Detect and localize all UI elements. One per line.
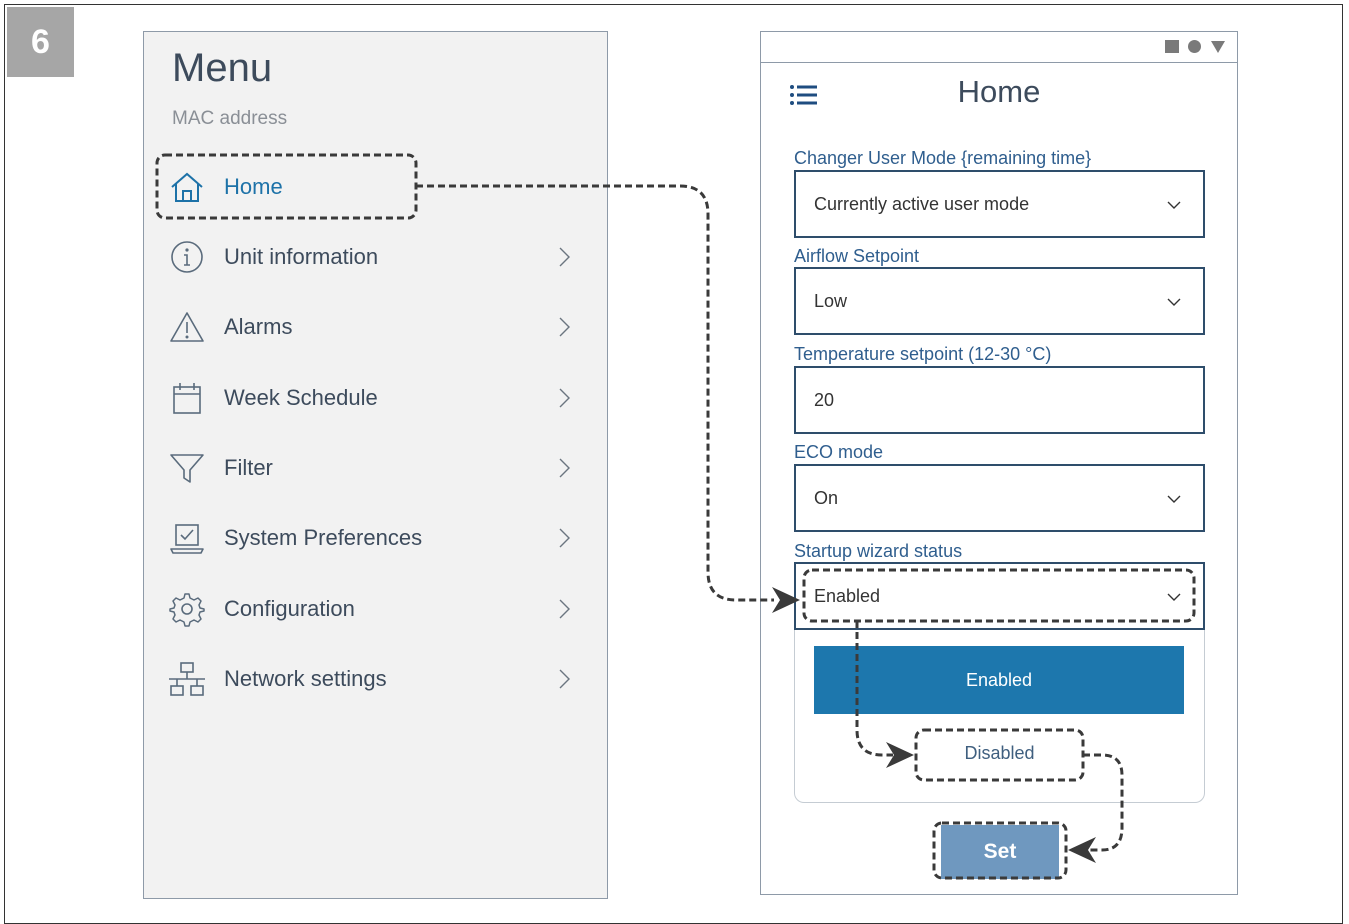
menu-item-filter[interactable]: Filter [168, 443, 588, 493]
chevron-right-icon [559, 458, 570, 478]
status-bar [761, 32, 1237, 63]
menu-item-label: Configuration [224, 596, 355, 621]
chevron-right-icon [559, 669, 570, 689]
temperature-setpoint-value: 20 [814, 390, 835, 410]
set-button[interactable]: Set [941, 825, 1059, 879]
option-disabled[interactable]: Disabled [795, 743, 1204, 764]
chevron-right-icon [559, 317, 570, 337]
airflow-setpoint-value: Low [814, 291, 848, 311]
option-enabled[interactable]: Enabled [814, 646, 1184, 714]
chevron-down-icon [1167, 298, 1181, 306]
gear-icon [168, 590, 206, 628]
circle-icon [1188, 40, 1201, 53]
startup-wizard-label: Startup wizard status [794, 541, 963, 561]
temperature-setpoint-input[interactable]: 20 [794, 366, 1205, 434]
menu-item-label: Home [224, 174, 283, 199]
menu-item-label: Filter [224, 455, 273, 480]
menu-panel: Menu MAC address Home Unit information A… [143, 31, 608, 899]
step-badge: 6 [7, 7, 74, 77]
home-screen: Home Changer User Mode {remaining time} … [760, 31, 1238, 895]
chevron-right-icon [559, 388, 570, 408]
page-title: Home [957, 74, 1041, 109]
airflow-setpoint-label: Airflow Setpoint [794, 246, 920, 266]
menu-item-label: Week Schedule [224, 385, 378, 410]
user-mode-value: Currently active user mode [814, 194, 1030, 214]
home-icon [168, 168, 206, 206]
square-icon [1165, 40, 1179, 53]
warning-icon [168, 308, 206, 346]
mac-address-label: MAC address [172, 108, 288, 129]
filter-icon [168, 449, 206, 487]
menu-item-configuration[interactable]: Configuration [168, 584, 588, 634]
menu-item-week-schedule[interactable]: Week Schedule [168, 373, 588, 423]
startup-wizard-select[interactable]: Enabled [794, 562, 1205, 630]
triangle-icon [1211, 41, 1225, 53]
temperature-setpoint-label: Temperature setpoint (12-30 °C) [794, 344, 1052, 364]
menu-item-system-preferences[interactable]: System Preferences [168, 513, 588, 563]
eco-mode-value: On [814, 488, 839, 508]
user-mode-label: Changer User Mode {remaining time} [794, 148, 1092, 168]
eco-mode-label: ECO mode [794, 442, 884, 462]
network-icon [168, 660, 206, 698]
menu-item-network-settings[interactable]: Network settings [168, 654, 588, 704]
eco-mode-select[interactable]: On [794, 464, 1205, 532]
menu-item-label: Alarms [224, 314, 293, 339]
chevron-down-icon [1167, 201, 1181, 209]
airflow-setpoint-select[interactable]: Low [794, 267, 1205, 335]
info-icon [168, 238, 206, 276]
menu-item-alarms[interactable]: Alarms [168, 302, 588, 352]
chevron-down-icon [1167, 495, 1181, 503]
user-mode-select[interactable]: Currently active user mode [794, 170, 1205, 238]
menu-item-label: Network settings [224, 666, 387, 691]
menu-item-unit-information[interactable]: Unit information [168, 232, 588, 282]
menu-item-label: System Preferences [224, 525, 423, 550]
startup-wizard-dropdown: Enabled Disabled [794, 630, 1205, 803]
calendar-icon [168, 379, 206, 417]
chevron-right-icon [559, 528, 570, 548]
startup-wizard-value: Enabled [814, 586, 881, 606]
chevron-right-icon [559, 599, 570, 619]
menu-item-label: Unit information [224, 244, 379, 269]
menu-title: Menu [172, 46, 273, 90]
menu-item-home[interactable]: Home [168, 162, 588, 212]
laptop-check-icon [168, 519, 206, 557]
chevron-right-icon [559, 247, 570, 267]
chevron-down-icon [1167, 593, 1181, 601]
